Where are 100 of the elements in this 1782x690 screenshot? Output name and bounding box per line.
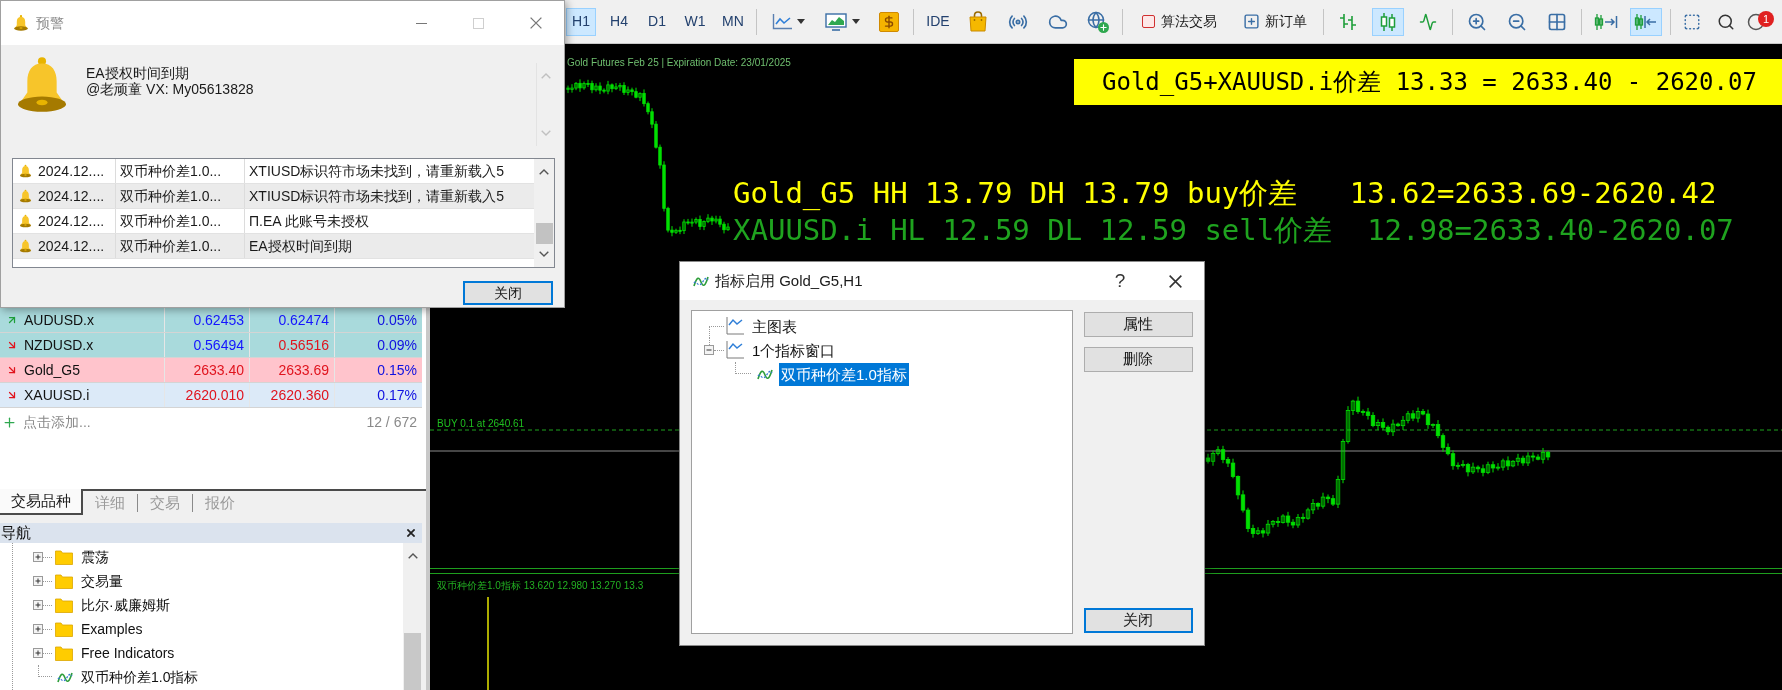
- expand-icon[interactable]: [33, 552, 43, 562]
- tree-item[interactable]: 双币种价差1.0指标: [81, 668, 199, 686]
- zoom-out-icon: [1507, 11, 1527, 32]
- autoscroll-button[interactable]: [1630, 7, 1662, 36]
- log-message: П.EA 此账号未授权: [249, 211, 369, 231]
- collapse-icon[interactable]: [704, 345, 714, 355]
- bell-icon: [18, 56, 66, 114]
- shopping-bag-icon: [969, 11, 987, 32]
- panel-tab[interactable]: 交易品种: [0, 489, 83, 515]
- contract-info: Gold Futures Feb 25 | Expiration Date: 23/01/2025: [567, 57, 791, 69]
- caret-icon: [796, 19, 805, 24]
- maximize-icon: [473, 17, 484, 29]
- tree-item[interactable]: 交易量: [81, 572, 123, 590]
- indicator-icon: [57, 670, 73, 684]
- symbol-row[interactable]: Gold_G5 2633.40 2633.69 0.15%: [0, 358, 422, 383]
- expand-icon[interactable]: [33, 600, 43, 610]
- bid-price: 2620.010: [185, 385, 244, 405]
- bell-icon: [20, 214, 31, 228]
- circle-icon: [1747, 12, 1765, 31]
- window-title: 指标启用 Gold_G5,H1: [715, 270, 863, 291]
- scrollbar[interactable]: [534, 159, 554, 267]
- bid-price: 2633.40: [193, 360, 244, 380]
- chart-shift-icon: [1594, 12, 1618, 31]
- timeframe-button[interactable]: H4: [604, 7, 634, 36]
- folder-icon: [55, 621, 73, 637]
- tree-item[interactable]: 1个指标窗口: [750, 338, 838, 362]
- order-line-label: BUY 0.1 at 2640.61: [437, 418, 525, 430]
- add-symbol-link[interactable]: 点击添加...: [23, 411, 91, 433]
- indicator-label: 双币种价差1.0指标 13.620 12.980 13.270 13.3: [437, 580, 644, 592]
- scroll-up-icon[interactable]: [407, 553, 418, 559]
- expand-icon[interactable]: [33, 648, 43, 658]
- symbol-row[interactable]: NZDUSD.x 0.56494 0.56516 0.09%: [0, 333, 422, 358]
- symbol-name: NZDUSD.x: [24, 335, 94, 355]
- panel-title: 导航: [0, 524, 31, 542]
- scrollbar-thumb[interactable]: [404, 633, 421, 690]
- ask-price: 2633.69: [278, 360, 329, 380]
- log-source: 双币种价差1.0...: [120, 186, 222, 206]
- candlestick-chart-button[interactable]: [1372, 7, 1404, 36]
- tree-item[interactable]: 震荡: [81, 548, 109, 566]
- log-row[interactable]: 2024.12.... 双币种价差1.0... XTIUSD标识符市场未找到，请重新载入5: [13, 184, 534, 209]
- log-row[interactable]: 2024.12.... 双币种价差1.0... XTIUSD标识符市场未找到，请重新载入5: [13, 159, 534, 184]
- scroll-down-icon[interactable]: [539, 251, 549, 257]
- expand-icon[interactable]: [33, 576, 43, 586]
- log-time: 2024.12....: [38, 186, 105, 206]
- daily-change: 0.09%: [377, 335, 417, 355]
- bell-icon: [20, 164, 31, 178]
- scroll-up-icon[interactable]: [539, 169, 549, 175]
- bell-icon: [20, 189, 31, 203]
- ask-price: 0.62474: [278, 310, 329, 330]
- folder-icon: [55, 597, 73, 613]
- close-button[interactable]: 关闭: [463, 281, 553, 305]
- log-time: 2024.12....: [38, 236, 105, 256]
- tree-item[interactable]: Examples: [81, 620, 143, 638]
- close-button[interactable]: [405, 527, 417, 539]
- close-icon: [407, 529, 415, 537]
- algo-trading-button[interactable]: 算法交易: [1131, 7, 1227, 36]
- tree-item[interactable]: Free Indicators: [81, 644, 175, 662]
- timeframe-button[interactable]: H1: [566, 7, 596, 36]
- chart-template-icon: [824, 12, 847, 31]
- alert-message: @老顽童 VX: My05613828: [86, 81, 255, 97]
- log-message: XTIUSD标识符市场未找到，请重新载入5: [249, 186, 505, 206]
- log-message: XTIUSD标识符市场未找到，请重新载入5: [249, 161, 505, 181]
- close-icon: [529, 17, 542, 29]
- scrollbar-thumb[interactable]: [535, 223, 553, 244]
- dashed-square-icon: [1683, 12, 1701, 31]
- notification-badge: 1: [1758, 10, 1774, 27]
- zoom-in-icon: [1467, 11, 1487, 32]
- tree-item[interactable]: 比尔·威廉姆斯: [81, 596, 170, 614]
- scrollbar[interactable]: [403, 543, 422, 690]
- timeframe-button[interactable]: W1: [680, 7, 710, 36]
- log-row[interactable]: 2024.12.... 双币种价差1.0... EA授权时间到期: [13, 234, 534, 259]
- notifications-button[interactable]: 1: [1747, 7, 1773, 36]
- new-order-button[interactable]: 新订单: [1235, 7, 1315, 36]
- daily-change: 0.15%: [377, 360, 417, 380]
- ask-price: 0.56516: [278, 335, 329, 355]
- symbol-name: Gold_G5: [24, 360, 81, 380]
- indicator-icon: [757, 367, 773, 381]
- bar-chart-icon: [1339, 13, 1357, 30]
- ide-button[interactable]: IDE: [922, 7, 954, 36]
- timeframe-button[interactable]: MN: [718, 7, 748, 36]
- symbol-row[interactable]: XAUUSD.i 2620.010 2620.360 0.17%: [0, 383, 422, 408]
- alert-message: EA授权时间到期: [86, 65, 190, 81]
- spread-info-line: Gold_G5 HH 13.79 DH 13.79 buy价差 13.62=2633.69-2620.42: [733, 175, 1718, 212]
- close-button[interactable]: 关闭: [1083, 608, 1193, 633]
- help-button[interactable]: ?: [1100, 266, 1140, 296]
- spread-banner: Gold_G5+XAUUSD.i价差 13.33 = 2633.40 - 2620.07: [1074, 59, 1782, 105]
- candlestick-icon: [1379, 12, 1397, 31]
- dollar-icon: [879, 11, 899, 32]
- expand-icon[interactable]: [33, 624, 43, 634]
- symbol-row[interactable]: AUDUSD.x 0.62453 0.62474 0.05%: [0, 308, 422, 333]
- plus-icon: [2, 414, 17, 430]
- tree-item[interactable]: 双币种价差1.0指标: [779, 362, 909, 386]
- line-chart-icon: [771, 13, 792, 30]
- dialog-button[interactable]: 属性: [1083, 312, 1193, 337]
- folder-icon: [55, 573, 73, 589]
- log-row[interactable]: 2024.12.... 双币种价差1.0... П.EA 此账号未授权: [13, 209, 534, 234]
- tree-item[interactable]: 主图表: [750, 314, 799, 338]
- dialog-button[interactable]: 删除: [1083, 347, 1193, 372]
- symbol-count: 12 / 672: [366, 412, 417, 432]
- timeframe-button[interactable]: D1: [642, 7, 672, 36]
